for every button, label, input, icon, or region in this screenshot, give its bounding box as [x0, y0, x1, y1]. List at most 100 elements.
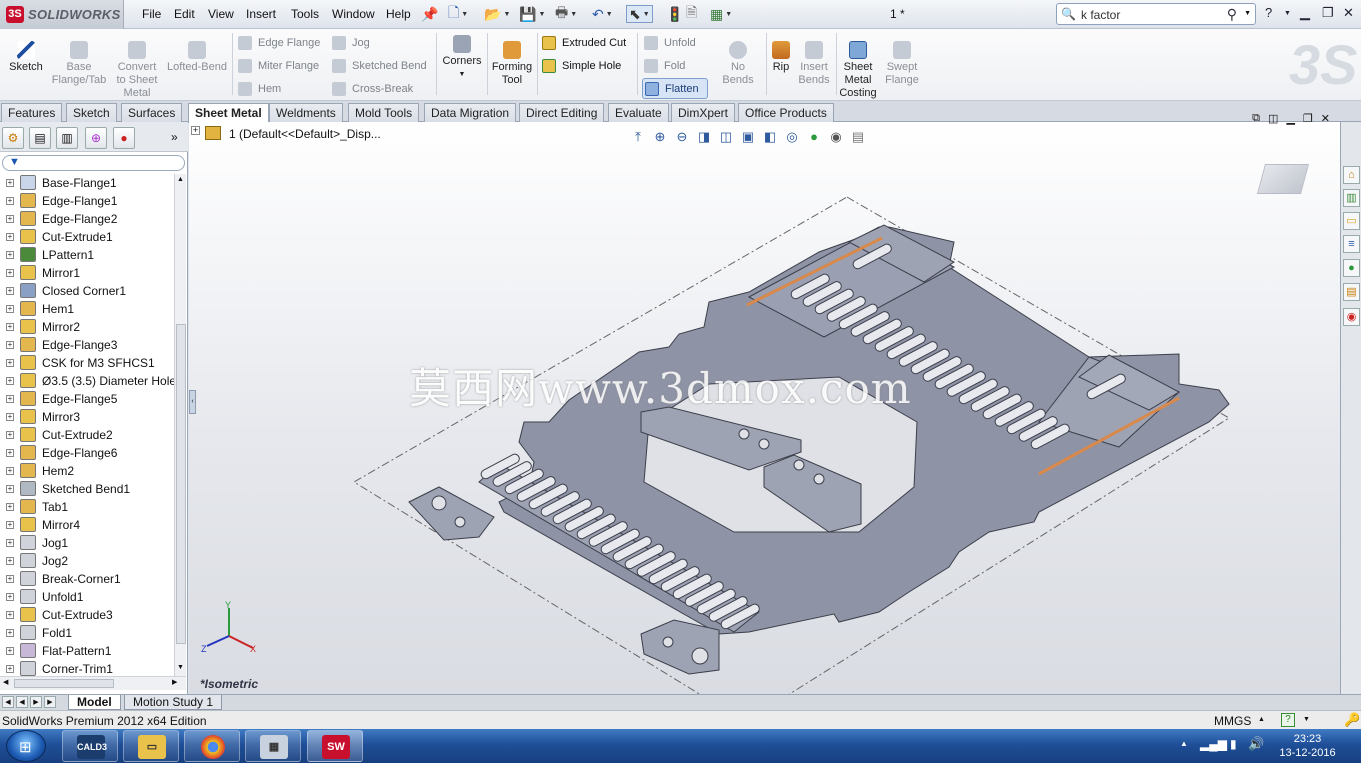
- search-input[interactable]: 🔍 k factor ⚲ ▼: [1056, 3, 1256, 25]
- menu-insert[interactable]: Insert: [246, 7, 276, 21]
- expand-icon[interactable]: +: [6, 197, 14, 205]
- expand-icon[interactable]: +: [6, 521, 14, 529]
- sketched-bend-button[interactable]: Sketched Bend: [332, 57, 427, 75]
- tray-expand-icon[interactable]: ▲: [1180, 739, 1188, 748]
- tree-item[interactable]: + Mirror3: [0, 408, 174, 426]
- taskbar-chrome[interactable]: [184, 730, 240, 762]
- minimize-button[interactable]: ▁: [1300, 5, 1310, 21]
- tab-dimxpert[interactable]: DimXpert: [671, 103, 736, 122]
- tab-sheet-metal[interactable]: Sheet Metal: [188, 103, 269, 123]
- no-bends-button[interactable]: No Bends: [714, 41, 762, 87]
- tree-item[interactable]: + LPattern1: [0, 246, 174, 264]
- tree-item[interactable]: + Edge-Flange1: [0, 192, 174, 210]
- expand-icon[interactable]: +: [6, 503, 14, 511]
- taskbar-explorer[interactable]: ▭: [123, 730, 179, 762]
- next-tab-icon[interactable]: ▶: [30, 696, 42, 708]
- expand-icon[interactable]: +: [6, 215, 14, 223]
- tab-office-products[interactable]: Office Products: [738, 103, 834, 122]
- rebuild-status-icon[interactable]: 🔑: [1344, 712, 1360, 728]
- expand-icon[interactable]: +: [6, 575, 14, 583]
- tree-item[interactable]: + Flat-Pattern1: [0, 642, 174, 660]
- expand-icon[interactable]: +: [6, 413, 14, 421]
- tree-item[interactable]: + Break-Corner1: [0, 570, 174, 588]
- first-tab-icon[interactable]: ◀: [2, 696, 14, 708]
- taskbar-calculator[interactable]: ▦: [245, 730, 301, 762]
- help-dropdown-icon[interactable]: ▼: [1303, 716, 1310, 723]
- tree-item[interactable]: + Cut-Extrude1: [0, 228, 174, 246]
- tab-motion-study[interactable]: Motion Study 1: [124, 695, 223, 710]
- scroll-left-icon[interactable]: ◀: [3, 678, 8, 686]
- tree-item[interactable]: + Edge-Flange2: [0, 210, 174, 228]
- unit-system-selector[interactable]: MMGS: [1214, 714, 1251, 728]
- file-properties-icon[interactable]: 🗎: [686, 4, 697, 23]
- feature-manager-icon[interactable]: ⚙: [2, 127, 24, 149]
- solidworks-logo[interactable]: 3S SOLIDWORKS: [0, 0, 124, 29]
- simple-hole-button[interactable]: Simple Hole: [542, 57, 621, 75]
- convert-to-sheet-metal-button[interactable]: Convert to Sheet Metal: [113, 41, 161, 100]
- fold-button[interactable]: Fold: [644, 57, 685, 75]
- expand-icon[interactable]: +: [6, 251, 14, 259]
- tree-item[interactable]: + Corner-Trim1: [0, 660, 174, 676]
- edge-flange-button[interactable]: Edge Flange: [238, 34, 320, 52]
- hem-button[interactable]: Hem: [238, 80, 281, 98]
- expand-icon[interactable]: +: [6, 269, 14, 277]
- tree-vertical-scrollbar[interactable]: ▲ ▼: [174, 174, 186, 676]
- expand-icon[interactable]: +: [6, 467, 14, 475]
- print-icon[interactable]: 🖶 ▼: [555, 4, 577, 23]
- start-button[interactable]: ⊞: [6, 730, 46, 762]
- scroll-right-icon[interactable]: ▶: [172, 678, 177, 686]
- tab-surfaces[interactable]: Surfaces: [121, 103, 183, 122]
- tab-mold-tools[interactable]: Mold Tools: [348, 103, 420, 122]
- appearances-icon[interactable]: ●: [1343, 259, 1360, 277]
- forming-tool-button[interactable]: Forming Tool: [490, 41, 534, 87]
- swept-flange-button[interactable]: Swept Flange: [882, 41, 922, 87]
- tree-item[interactable]: + Edge-Flange3: [0, 336, 174, 354]
- tree-item[interactable]: + Unfold1: [0, 588, 174, 606]
- tree-filter-input[interactable]: ▼: [2, 155, 185, 171]
- open-folder-icon[interactable]: 📂 ▼: [484, 5, 510, 23]
- expand-icon[interactable]: +: [6, 179, 14, 187]
- tree-item[interactable]: + Mirror1: [0, 264, 174, 282]
- expand-icon[interactable]: +: [6, 233, 14, 241]
- last-tab-icon[interactable]: ▶: [44, 696, 56, 708]
- restore-button[interactable]: ❐: [1322, 5, 1334, 21]
- tree-item[interactable]: + Hem1: [0, 300, 174, 318]
- lofted-bend-button[interactable]: Lofted-Bend: [165, 41, 229, 74]
- miter-flange-button[interactable]: Miter Flange: [238, 57, 319, 75]
- rebuild-traffic-light-icon[interactable]: 🚦: [666, 5, 683, 23]
- chevron-down-icon[interactable]: ▼: [1244, 10, 1251, 17]
- menu-file[interactable]: File: [142, 7, 161, 21]
- menu-edit[interactable]: Edit: [174, 7, 195, 21]
- save-icon[interactable]: 💾 ▼: [519, 5, 545, 23]
- property-manager-icon[interactable]: ▤: [29, 127, 51, 149]
- menu-tools[interactable]: Tools: [291, 7, 319, 21]
- expand-icon[interactable]: +: [6, 287, 14, 295]
- tree-horizontal-scrollbar[interactable]: ◀ ▶: [0, 676, 186, 690]
- tree-item[interactable]: + CSK for M3 SFHCS1: [0, 354, 174, 372]
- tab-sketch[interactable]: Sketch: [66, 103, 117, 122]
- units-dropdown-icon[interactable]: ▲: [1258, 716, 1265, 723]
- tab-model[interactable]: Model: [68, 695, 121, 710]
- sketch-button[interactable]: Sketch: [6, 41, 46, 74]
- extruded-cut-button[interactable]: Extruded Cut: [542, 34, 626, 52]
- tree-item[interactable]: + Jog2: [0, 552, 174, 570]
- expand-icon[interactable]: +: [6, 665, 14, 673]
- jog-button[interactable]: Jog: [332, 34, 370, 52]
- expand-icon[interactable]: +: [6, 377, 14, 385]
- rip-button[interactable]: Rip: [768, 41, 794, 74]
- expand-chevron-icon[interactable]: »: [171, 130, 178, 144]
- scroll-thumb[interactable]: [14, 679, 114, 688]
- menu-view[interactable]: View: [208, 7, 234, 21]
- insert-bends-button[interactable]: Insert Bends: [796, 41, 832, 87]
- tree-item[interactable]: + Fold1: [0, 624, 174, 642]
- scroll-up-icon[interactable]: ▲: [177, 176, 184, 183]
- tree-item[interactable]: + Edge-Flange6: [0, 444, 174, 462]
- configuration-manager-icon[interactable]: ▥: [56, 127, 78, 149]
- select-cursor-icon[interactable]: ⬉ ▼: [626, 5, 653, 23]
- expand-icon[interactable]: +: [6, 323, 14, 331]
- expand-icon[interactable]: +: [6, 593, 14, 601]
- scroll-down-icon[interactable]: ▼: [177, 664, 184, 671]
- file-explorer-icon[interactable]: ▭: [1343, 212, 1360, 230]
- expand-icon[interactable]: +: [6, 449, 14, 457]
- expand-icon[interactable]: +: [6, 431, 14, 439]
